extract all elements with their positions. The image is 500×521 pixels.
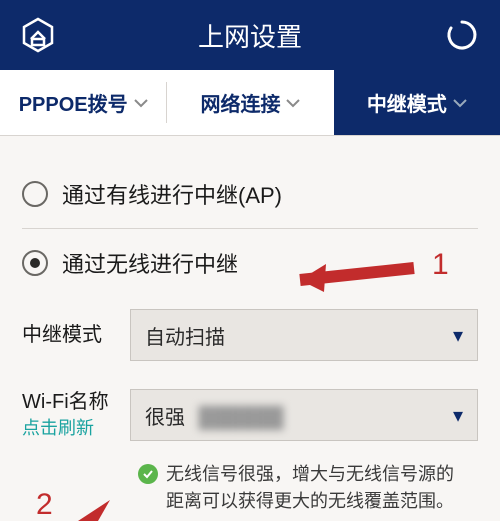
refresh-button[interactable] [442,15,482,55]
tab-label: 网络连接 [200,88,280,117]
refresh-icon [445,18,479,52]
field-label: 中继模式 [22,322,114,348]
tab-label: PPPOE拨号 [19,88,128,117]
radio-label: 通过有线进行中继(AP) [62,178,282,210]
tab-label: 中继模式 [367,88,447,117]
triangle-down-icon: ▾ [453,403,463,428]
row-wifi-name: Wi-Fi名称 点击刷新 很强 ██████ ▾ [22,375,478,455]
tab-pppoe[interactable]: PPPOE拨号 [0,70,166,135]
select-value: 很强 ██████ [145,401,284,430]
chevron-down-icon [286,91,300,114]
chevron-down-icon [134,91,148,114]
refresh-link[interactable]: 点击刷新 [22,417,114,440]
field-label: Wi-Fi名称 点击刷新 [22,389,114,440]
tab-bar: PPPOE拨号 网络连接 中继模式 [0,70,500,136]
content-area: 通过有线进行中继(AP) 通过无线进行中继 中继模式 自动扫描 ▾ Wi-Fi名… [0,136,500,521]
radio-wireless-relay[interactable]: 通过无线进行中继 [22,231,478,295]
home-button[interactable] [18,15,58,55]
wifi-strength-text: 很强 [145,407,185,429]
radio-icon [22,181,48,207]
wifi-label-text: Wi-Fi名称 [22,391,109,413]
radio-wired-relay[interactable]: 通过有线进行中继(AP) [22,162,478,226]
relay-mode-select[interactable]: 自动扫描 ▾ [130,309,478,361]
tab-relay[interactable]: 中继模式 [334,70,500,135]
hint-text: 无线信号很强，增大与无线信号源的距离可以获得更大的无线覆盖范围。 [166,461,470,515]
radio-icon [22,250,48,276]
home-icon [20,17,56,53]
app-header: 上网设置 [0,0,500,70]
annotation-label-1: 1 [432,248,449,282]
divider [22,228,478,229]
triangle-down-icon: ▾ [453,323,463,348]
wifi-name-blurred: ██████ [199,407,284,429]
radio-label: 通过无线进行中继 [62,247,238,279]
page-title: 上网设置 [198,17,302,54]
wifi-name-select[interactable]: 很强 ██████ ▾ [130,389,478,441]
select-value: 自动扫描 [145,321,225,350]
annotation-label-2: 2 [36,488,53,521]
tab-network[interactable]: 网络连接 [167,70,333,135]
check-icon [138,464,158,484]
chevron-down-icon [453,91,467,114]
row-relay-mode: 中继模式 自动扫描 ▾ [22,295,478,375]
signal-hint: 无线信号很强，增大与无线信号源的距离可以获得更大的无线覆盖范围。 [130,455,478,521]
